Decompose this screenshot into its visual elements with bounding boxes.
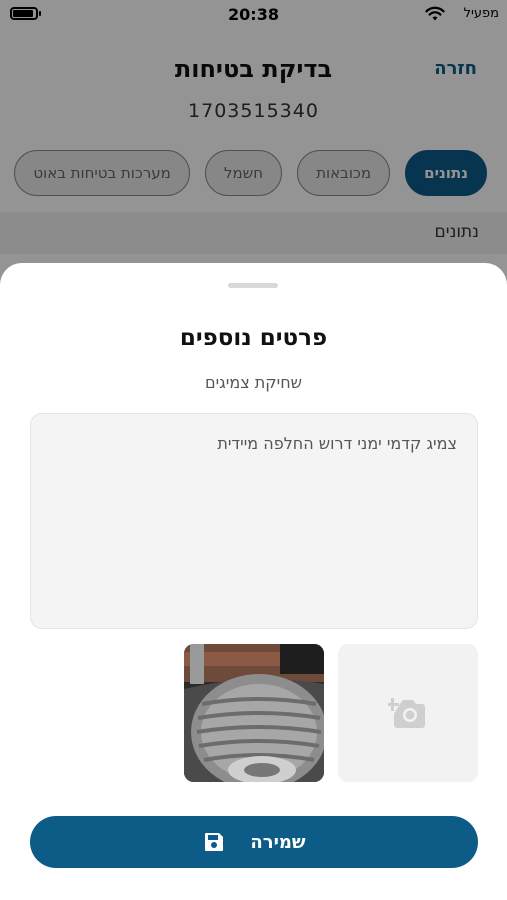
save-button[interactable]: שמירה [30, 816, 478, 868]
notes-textarea[interactable]: צמיג קדמי ימני דרוש החלפה מיידית [30, 413, 478, 629]
save-button-label: שמירה [250, 831, 306, 853]
bottom-sheet: פרטים נוספים שחיקת צמיגים צמיג קדמי ימני… [0, 263, 507, 900]
sheet-subtitle: שחיקת צמיגים [204, 373, 303, 392]
floppy-disk-icon [205, 833, 224, 851]
camera-add-icon [388, 698, 425, 728]
sheet-drag-handle[interactable] [228, 283, 278, 288]
add-photo-button[interactable] [338, 644, 478, 782]
sheet-title: פרטים נוספים [179, 325, 328, 351]
tire-photo-thumbnail[interactable] [184, 644, 324, 782]
tire-photo-image [184, 644, 324, 782]
